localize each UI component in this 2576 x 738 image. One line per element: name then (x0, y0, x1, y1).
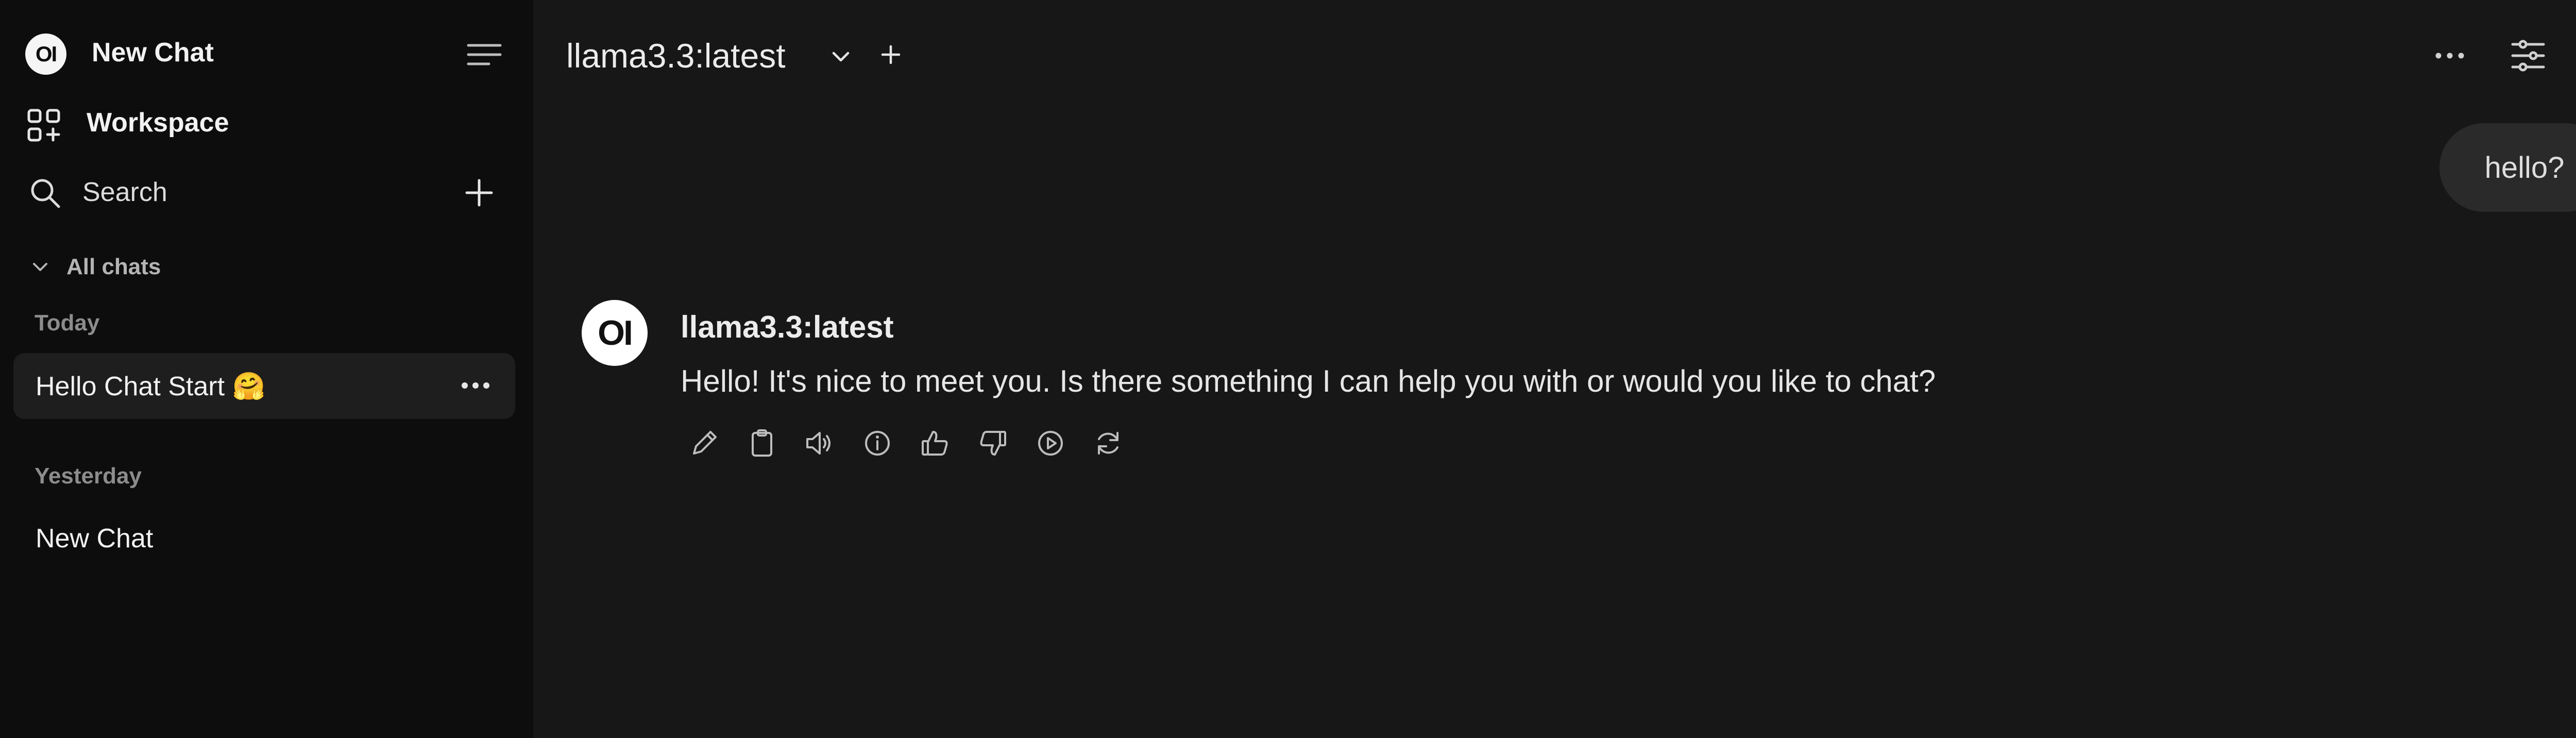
thumbs-down-icon (980, 431, 1006, 456)
more-options-icon[interactable] (2434, 49, 2465, 62)
speaker-icon (806, 432, 831, 455)
model-selector[interactable]: llama3.3:latest (566, 36, 786, 75)
regenerate-button[interactable] (1092, 426, 1149, 461)
read-aloud-button[interactable] (803, 426, 861, 461)
section-title-today: Today (35, 310, 100, 336)
assistant-model-name: llama3.3:latest (681, 310, 894, 344)
new-chat-plus-icon[interactable] (462, 175, 497, 210)
app-logo[interactable]: OI (25, 33, 66, 75)
sidebar: OI New Chat Workspace Search All chats T… (0, 0, 533, 738)
user-message-bubble: hello? (2439, 123, 2576, 212)
assistant-message: Hello! It's nice to meet you. Is there s… (681, 364, 1936, 398)
copy-button[interactable] (745, 426, 803, 461)
workspace-icon[interactable] (27, 108, 61, 142)
info-button[interactable] (861, 426, 919, 461)
edit-button[interactable] (688, 426, 745, 461)
info-icon (865, 431, 890, 456)
chevron-down-icon[interactable] (829, 45, 852, 68)
chevron-down-icon[interactable] (31, 258, 49, 276)
sidebar-toggle-icon[interactable] (466, 42, 502, 67)
chat-controls-icon[interactable] (2511, 39, 2546, 72)
search-icon[interactable] (29, 177, 61, 209)
good-response-button[interactable] (919, 426, 976, 461)
chat-item-label[interactable]: Hello Chat Start 🤗 (36, 371, 265, 402)
message-actions (688, 426, 1149, 461)
assistant-avatar: OI (582, 300, 648, 366)
assistant-logo-text: OI (598, 313, 633, 353)
add-model-icon[interactable] (879, 43, 902, 66)
thumbs-up-icon (922, 431, 948, 456)
chat-item-label[interactable]: New Chat (36, 523, 153, 554)
bad-response-button[interactable] (976, 426, 1034, 461)
app-window: OI New Chat Workspace Search All chats T… (0, 0, 2576, 738)
app-logo-text: OI (35, 42, 57, 66)
refresh-icon (1098, 432, 1118, 455)
pencil-icon (693, 431, 717, 455)
search-chats-button[interactable]: Search (82, 177, 167, 208)
continue-response-button[interactable] (1034, 426, 1092, 461)
more-options-icon[interactable] (460, 379, 491, 392)
play-icon (1038, 431, 1063, 456)
chat-main: llama3.3:latest hello? OI llama3.3:lates… (533, 0, 2576, 738)
section-title-yesterday: Yesterday (35, 463, 142, 489)
new-chat-button[interactable]: New Chat (92, 37, 214, 68)
clipboard-icon (752, 429, 772, 457)
workspace-link[interactable]: Workspace (87, 107, 229, 138)
all-chats-toggle[interactable]: All chats (66, 254, 161, 280)
